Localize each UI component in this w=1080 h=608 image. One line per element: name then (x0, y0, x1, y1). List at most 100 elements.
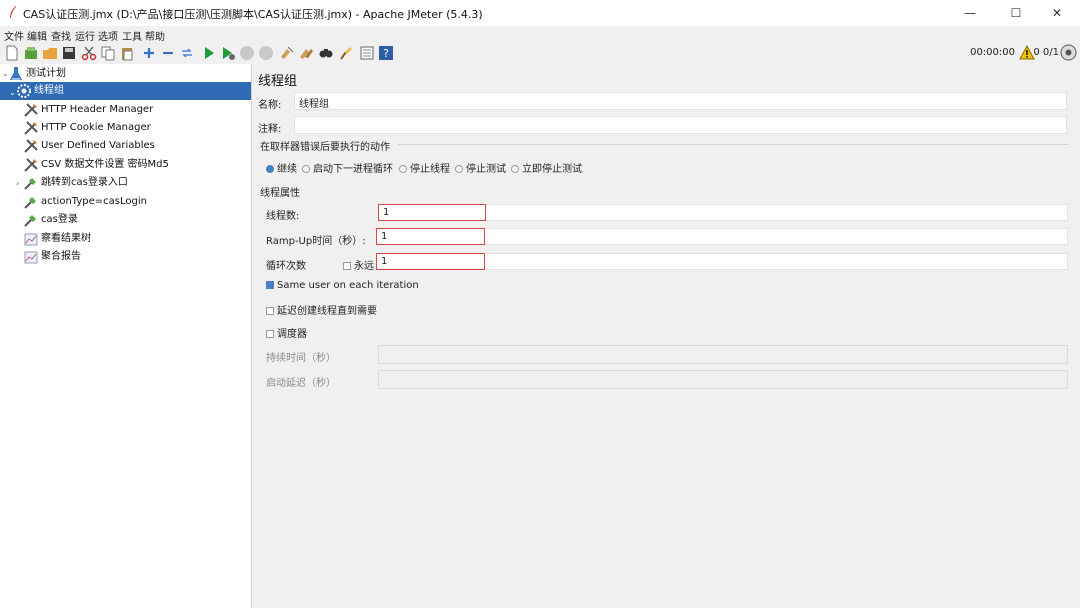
tree-node-csv-data-set[interactable]: CSV 数据文件设置 密码Md5 (23, 156, 248, 174)
sampler-icon (24, 197, 36, 209)
radio-start-next-loop[interactable]: 启动下一进程循环 (302, 160, 393, 175)
function-helper-icon[interactable] (359, 45, 375, 61)
help-icon[interactable]: ? (378, 45, 394, 61)
menu-search[interactable]: 查找 (51, 28, 71, 43)
startup-delay-label: 启动延迟（秒） (266, 378, 336, 389)
tree-node-http-header-manager[interactable]: HTTP Header Manager (23, 101, 248, 119)
config-element-icon (24, 103, 38, 117)
tree-node-view-results-tree[interactable]: 察看结果树 (23, 230, 248, 248)
loop-count-label: 循环次数 (266, 261, 306, 272)
radio-stop-test-now[interactable]: 立即停止测试 (511, 160, 582, 175)
start-icon[interactable] (201, 45, 217, 61)
tree-node-cas-login[interactable]: cas登录 (23, 211, 248, 229)
listener-icon (24, 233, 38, 246)
radio-continue[interactable]: 继续 (266, 160, 297, 175)
checkbox-box (343, 262, 351, 270)
remote-globe-icon[interactable] (1060, 44, 1077, 61)
thread-group-panel: 线程组 名称: 线程组 注释: 在取样器错误后要执行的动作 继续 启动下一进程循… (252, 64, 1080, 608)
tree-node-thread-group[interactable]: 线程组 (0, 82, 251, 100)
save-icon[interactable] (61, 45, 77, 61)
rampup-label: Ramp-Up时间（秒）: (266, 236, 366, 247)
menu-run[interactable]: 运行 (75, 28, 95, 43)
menu-tools[interactable]: 工具 (122, 28, 142, 43)
copy-icon[interactable] (100, 45, 116, 61)
close-button[interactable]: ✕ (1034, 0, 1080, 26)
startup-delay-input[interactable] (378, 370, 1068, 389)
menu-help[interactable]: 帮助 (145, 28, 165, 43)
shutdown-icon[interactable] (258, 45, 274, 61)
reset-search-icon[interactable] (338, 45, 354, 61)
section-divider (398, 144, 1068, 145)
tree-node-redirect-cas-entry[interactable]: 跳转到cas登录入口 (23, 174, 248, 192)
radio-dot (511, 165, 519, 173)
menu-file[interactable]: 文件 (4, 28, 24, 43)
expand-icon[interactable] (141, 45, 157, 61)
radio-stop-thread[interactable]: 停止线程 (399, 160, 450, 175)
new-icon[interactable] (4, 45, 20, 61)
toolbar: ? (0, 42, 1080, 64)
comment-field[interactable] (294, 116, 1067, 134)
rampup-input[interactable]: 1 (376, 228, 485, 245)
threads-input[interactable]: 1 (378, 204, 486, 221)
radio-dot (302, 165, 310, 173)
thread-count: 0 0/1 (1033, 47, 1059, 58)
elapsed-timer: 00:00:00 (970, 47, 1015, 58)
svg-text:?: ? (383, 47, 389, 60)
window-title: CAS认证压测.jmx (D:\产品\接口压测\压测脚本\CAS认证压测.jmx… (23, 8, 483, 21)
clear-all-icon[interactable] (298, 45, 314, 61)
sampler-icon (24, 215, 36, 227)
thread-group-icon (17, 84, 31, 98)
scheduler-checkbox[interactable]: 调度器 (266, 325, 307, 340)
sampler-icon (24, 178, 36, 190)
stop-icon[interactable] (239, 45, 255, 61)
radio-dot (266, 165, 274, 173)
panel-title: 线程组 (258, 74, 298, 89)
same-user-checkbox[interactable]: Same user on each iteration (266, 280, 419, 291)
checkbox-box (266, 281, 274, 289)
name-label: 名称: (258, 100, 282, 111)
toggle-icon[interactable] (179, 45, 195, 61)
delay-thread-creation-checkbox[interactable]: 延迟创建线程直到需要 (266, 302, 377, 317)
templates-icon[interactable] (23, 45, 39, 61)
menu-options[interactable]: 选项 (98, 28, 118, 43)
menu-bar: 文件 编辑 查找 运行 选项 工具 帮助 (0, 26, 1080, 43)
duration-label: 持续时间（秒） (266, 353, 336, 364)
open-icon[interactable] (42, 45, 58, 61)
paste-icon[interactable] (119, 45, 135, 61)
title-bar: CAS认证压测.jmx (D:\产品\接口压测\压测脚本\CAS认证压测.jmx… (0, 0, 1080, 26)
collapse-icon[interactable] (160, 45, 176, 61)
minimize-button[interactable]: — (947, 0, 993, 26)
start-no-pause-icon[interactable] (220, 45, 236, 61)
maximize-button[interactable]: ☐ (993, 0, 1039, 26)
collapse-chevron-icon[interactable]: ⌄ (9, 88, 16, 97)
cut-icon[interactable] (81, 45, 97, 61)
config-element-icon (24, 121, 38, 135)
thread-properties-section-label: 线程属性 (260, 188, 300, 199)
tree-node-http-cookie-manager[interactable]: HTTP Cookie Manager (23, 119, 248, 137)
tree-node-action-type[interactable]: actionType=casLogin (23, 193, 248, 211)
name-field[interactable]: 线程组 (294, 92, 1067, 110)
clear-icon[interactable] (279, 45, 295, 61)
test-plan-tree: ⌄ 测试计划 ⌄ 线程组 HTTP Header Manager HTTP Co… (0, 64, 252, 608)
forever-checkbox[interactable]: 永远 (343, 257, 374, 272)
error-action-section-label: 在取样器错误后要执行的动作 (260, 142, 390, 153)
config-element-icon (24, 139, 38, 153)
search-icon[interactable] (318, 45, 334, 61)
duration-input[interactable] (378, 345, 1068, 364)
jmeter-feather-icon (10, 6, 16, 18)
loop-count-input[interactable]: 1 (376, 253, 485, 270)
menu-edit[interactable]: 编辑 (27, 28, 47, 43)
config-element-icon (24, 158, 38, 172)
tree-node-aggregate-report[interactable]: 聚合报告 (23, 248, 248, 266)
radio-stop-test[interactable]: 停止测试 (455, 160, 506, 175)
test-plan-icon (10, 67, 22, 80)
tree-node-user-defined-variables[interactable]: User Defined Variables (23, 137, 248, 155)
expand-chevron-icon[interactable]: › (16, 179, 19, 188)
listener-icon (24, 251, 38, 264)
threads-label: 线程数: (266, 211, 300, 222)
checkbox-box (266, 307, 274, 315)
radio-dot (399, 165, 407, 173)
tree-node-test-plan[interactable]: 测试计划 (8, 65, 248, 83)
comment-label: 注释: (258, 124, 282, 135)
checkbox-box (266, 330, 274, 338)
